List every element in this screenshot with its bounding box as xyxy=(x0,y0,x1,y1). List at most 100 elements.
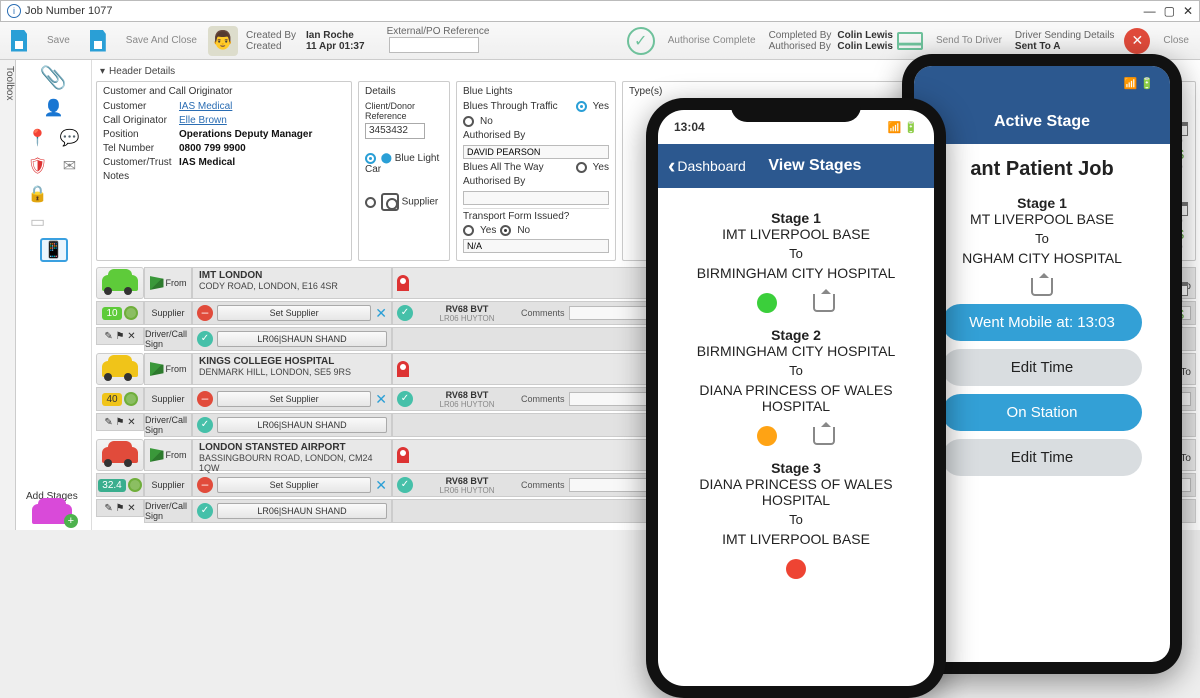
tool-icons[interactable]: ✎ ⚑ ✕ xyxy=(96,327,144,345)
tool-icons[interactable]: ✎ ⚑ ✕ xyxy=(96,413,144,431)
blank-icon[interactable] xyxy=(56,182,84,206)
close-button[interactable]: Close xyxy=(1154,24,1198,58)
car-icon[interactable] xyxy=(96,439,144,471)
external-ref-input[interactable] xyxy=(389,37,479,53)
supplier-label: Supplier xyxy=(144,387,192,411)
check-icon[interactable]: ✓ xyxy=(197,503,213,519)
check-icon[interactable]: ✓ xyxy=(397,391,413,407)
customer-panel: Customer and Call Originator CustomerIAS… xyxy=(96,81,352,261)
set-supplier-button[interactable]: Set Supplier xyxy=(217,477,371,493)
completed-meta: Completed ByColin Lewis Authorised ByCol… xyxy=(769,30,893,52)
close-window-button[interactable]: ✕ xyxy=(1183,4,1193,18)
created-meta: Created ByIan Roche Created11 Apr 01:37 xyxy=(246,30,365,52)
stage-badge: 32.4 xyxy=(98,479,125,492)
reg-plate: RV68 BVTLR06 HUYTON xyxy=(417,302,517,325)
reg-plate: RV68 BVTLR06 HUYTON xyxy=(417,474,517,497)
upload-icon[interactable] xyxy=(1031,278,1053,296)
floppy-icon xyxy=(11,30,27,52)
stage-badge: 40 xyxy=(102,393,121,406)
car-icon[interactable] xyxy=(96,353,144,385)
send-to-driver-button[interactable]: Send To Driver xyxy=(927,24,1011,58)
reg-plate: RV68 BVTLR06 HUYTON xyxy=(417,388,517,411)
clear-icon[interactable]: ✕ xyxy=(375,305,387,322)
clear-icon[interactable]: ✕ xyxy=(375,477,387,494)
allway-yes[interactable] xyxy=(576,162,587,173)
phone-notch xyxy=(731,98,861,122)
car-icon[interactable] xyxy=(96,267,144,299)
blue-car-radio[interactable] xyxy=(365,153,376,164)
mobile-preview-view-stages: 13:04📶 🔋 ‹Dashboard View Stages Stage 1 … xyxy=(646,98,946,698)
note-icon[interactable]: ▭ xyxy=(24,210,52,234)
status-icons: 📶 🔋 xyxy=(1124,77,1154,90)
maximize-button[interactable]: ▢ xyxy=(1164,4,1175,18)
save-button[interactable]: Save xyxy=(38,24,79,58)
upload-icon[interactable] xyxy=(813,294,835,312)
went-mobile-button[interactable]: Went Mobile at: 13:03 xyxy=(942,304,1142,341)
stage-location[interactable]: IMT LONDONCODY ROAD, LONDON, E16 4SR xyxy=(192,267,392,299)
window-titlebar: i Job Number 1077 — ▢ ✕ xyxy=(0,0,1200,22)
chat-icon[interactable]: 💬 xyxy=(56,126,84,150)
mobile-icon[interactable]: 📱 xyxy=(40,238,68,262)
form-no[interactable] xyxy=(500,225,511,236)
auth-by-input2[interactable] xyxy=(463,191,609,205)
check-icon[interactable]: ✓ xyxy=(397,477,413,493)
save-button-icon[interactable] xyxy=(2,24,36,58)
attach-icon[interactable]: 📎 xyxy=(40,66,68,90)
through-no[interactable] xyxy=(463,116,474,127)
through-yes[interactable] xyxy=(576,101,587,112)
authorise-button[interactable]: Authorise Complete xyxy=(659,24,765,58)
stage-badge: 10 xyxy=(102,307,121,320)
set-supplier-button[interactable]: Set Supplier xyxy=(217,391,371,407)
remove-button[interactable]: – xyxy=(197,305,213,321)
upload-icon[interactable] xyxy=(813,427,835,445)
pin-icon[interactable] xyxy=(397,361,409,377)
phone1-header: ‹Dashboard View Stages xyxy=(658,144,934,188)
clear-icon[interactable]: ✕ xyxy=(375,391,387,408)
person-icon xyxy=(124,392,138,406)
client-ref-input[interactable]: 3453432 xyxy=(365,123,425,139)
stage-location[interactable]: LONDON STANSTED AIRPORTBASSINGBOURN ROAD… xyxy=(192,439,392,471)
save-close-button-icon[interactable] xyxy=(81,24,115,58)
stage-location[interactable]: KINGS COLLEGE HOSPITALDENMARK HILL, LOND… xyxy=(192,353,392,385)
add-stages-button[interactable]: Add Stages + xyxy=(26,491,78,524)
form-na-input[interactable] xyxy=(463,239,609,253)
customer-link[interactable]: IAS Medical xyxy=(179,101,345,112)
save-close-button[interactable]: Save And Close xyxy=(117,24,206,58)
auth-by-input[interactable] xyxy=(463,145,609,159)
callsign-field[interactable]: LR06|SHAUN SHAND xyxy=(217,417,387,433)
lock-icon[interactable]: 🔒 xyxy=(24,182,52,206)
check-icon[interactable]: ✓ xyxy=(197,331,213,347)
from-flag[interactable]: From xyxy=(144,267,192,299)
set-supplier-button[interactable]: Set Supplier xyxy=(217,305,371,321)
pin-icon[interactable] xyxy=(397,275,409,291)
location-icon[interactable]: 📍 xyxy=(24,126,52,150)
edit-time-button[interactable]: Edit Time xyxy=(942,349,1142,386)
form-yes[interactable] xyxy=(463,225,474,236)
callsign-field[interactable]: LR06|SHAUN SHAND xyxy=(217,331,387,347)
remove-button[interactable]: – xyxy=(197,477,213,493)
supplier-radio[interactable] xyxy=(365,197,376,208)
back-icon[interactable]: ‹ xyxy=(668,153,675,179)
edit-time-button-2[interactable]: Edit Time xyxy=(942,439,1142,476)
external-ref: External/PO Reference xyxy=(387,26,490,56)
on-station-button[interactable]: On Station xyxy=(942,394,1142,431)
shield-icon[interactable]: 🛡 xyxy=(24,154,52,178)
user-avatar[interactable]: 👨 xyxy=(208,26,238,56)
callorig-link[interactable]: Elle Brown xyxy=(179,115,345,126)
check-icon[interactable]: ✓ xyxy=(197,417,213,433)
check-icon[interactable]: ✓ xyxy=(397,305,413,321)
user-icon[interactable]: 👤 xyxy=(40,96,68,120)
minimize-button[interactable]: — xyxy=(1144,4,1156,18)
from-flag[interactable]: From xyxy=(144,439,192,471)
mail-icon[interactable]: ✉ xyxy=(56,154,84,178)
driver-label: Driver/Call Sign xyxy=(144,413,192,437)
callsign-field[interactable]: LR06|SHAUN SHAND xyxy=(217,503,387,519)
tool-icons[interactable]: ✎ ⚑ ✕ xyxy=(96,499,144,517)
status-dot-green xyxy=(757,293,777,313)
toolbox-rail[interactable]: Toolbox xyxy=(0,60,16,530)
remove-button[interactable]: – xyxy=(197,391,213,407)
from-flag[interactable]: From xyxy=(144,353,192,385)
details-panel: Details Client/Donor Reference 3453432 ⬤… xyxy=(358,81,450,261)
pin-icon[interactable] xyxy=(397,447,409,463)
blank-icon2[interactable] xyxy=(56,210,84,234)
